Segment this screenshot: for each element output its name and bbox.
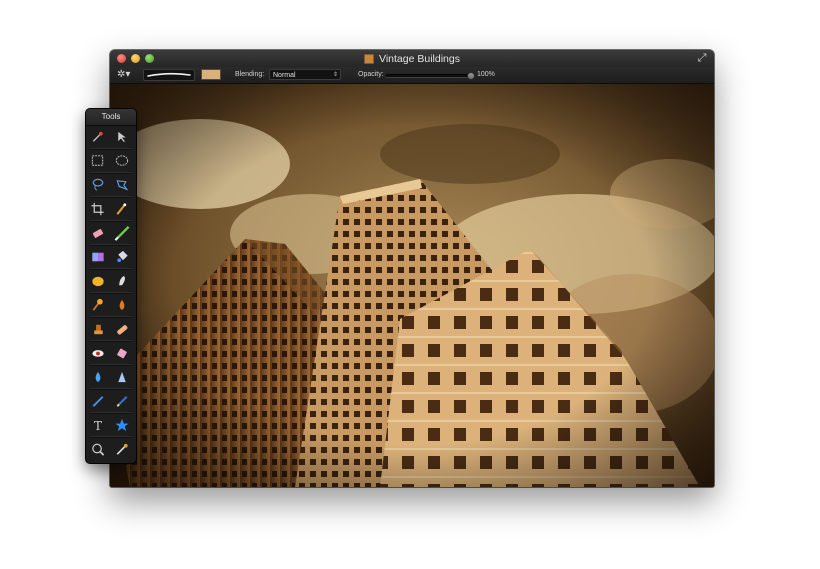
zoom-icon[interactable] (89, 441, 107, 457)
image-canvas[interactable] (110, 84, 714, 487)
vintage-buildings-photo (110, 84, 714, 487)
app-window: Vintage Buildings ⤢ ✲▾ Blending: Normal … (110, 50, 714, 487)
tool-row (86, 439, 136, 459)
red-eye-icon[interactable] (89, 345, 107, 361)
clone-stamp-icon[interactable] (89, 321, 107, 337)
brush-preview[interactable] (143, 69, 195, 81)
tool-row (86, 391, 136, 411)
paint-bucket-icon[interactable] (113, 249, 131, 265)
image-document-icon (364, 53, 375, 64)
eraser-icon[interactable] (89, 225, 107, 241)
opacity-slider[interactable] (386, 72, 475, 80)
eyedropper-icon[interactable] (113, 441, 131, 457)
tool-separator (90, 364, 132, 366)
tool-separator (90, 244, 132, 246)
gear-icon[interactable]: ✲▾ (117, 69, 130, 81)
pencil-icon[interactable] (113, 393, 131, 409)
smudge-icon[interactable] (113, 273, 131, 289)
tool-row (86, 223, 136, 243)
move-arrow-icon[interactable] (113, 129, 131, 145)
tool-separator (90, 292, 132, 294)
color-swatch[interactable] (201, 69, 221, 80)
tool-row (86, 343, 136, 363)
tool-separator (90, 316, 132, 318)
tool-row (86, 151, 136, 171)
pen-icon[interactable] (89, 393, 107, 409)
bandage-icon[interactable] (113, 321, 131, 337)
tool-separator (90, 436, 132, 438)
lasso-icon[interactable] (89, 177, 107, 193)
blending-label: Blending: (235, 71, 265, 78)
options-toolbar: ✲▾ Blending: Normal ⇕ Opacity: 100% (110, 67, 714, 84)
select-arrows-icon: ⇕ (332, 72, 338, 78)
tool-separator (90, 148, 132, 150)
blending-value: Normal (273, 72, 296, 79)
tool-row (86, 367, 136, 387)
shape-star-icon[interactable] (113, 417, 131, 433)
opacity-slider-knob[interactable] (467, 72, 475, 80)
tool-row (86, 199, 136, 219)
tool-row: T (86, 415, 136, 435)
tool-row (86, 271, 136, 291)
tool-separator (90, 340, 132, 342)
tool-separator (90, 172, 132, 174)
tools-panel[interactable]: Tools T (86, 109, 136, 463)
dodge-burn-icon[interactable] (89, 297, 107, 313)
opacity-label: Opacity: (358, 71, 384, 78)
sharpen-cone-icon[interactable] (113, 369, 131, 385)
tool-separator (90, 268, 132, 270)
tool-separator (90, 412, 132, 414)
water-drop-icon[interactable] (89, 369, 107, 385)
blur-drop-icon[interactable] (113, 297, 131, 313)
sponge-icon[interactable] (89, 273, 107, 289)
svg-text:T: T (94, 419, 103, 433)
text-icon[interactable]: T (89, 417, 107, 433)
tool-separator (90, 220, 132, 222)
rectangle-select-icon[interactable] (89, 153, 107, 169)
blending-select[interactable]: Normal ⇕ (269, 69, 341, 80)
tool-separator (90, 196, 132, 198)
title-bar[interactable]: Vintage Buildings ⤢ (110, 50, 714, 67)
fullscreen-arrows-icon[interactable]: ⤢ (696, 52, 708, 64)
tools-panel-title: Tools (86, 109, 136, 126)
tool-row (86, 175, 136, 195)
tool-row (86, 319, 136, 339)
eraser-pink-icon[interactable] (113, 345, 131, 361)
window-title-container: Vintage Buildings (110, 50, 714, 67)
polygonal-lasso-icon[interactable] (113, 177, 131, 193)
tool-row (86, 295, 136, 315)
tool-row (86, 127, 136, 147)
paint-brush-icon[interactable] (113, 225, 131, 241)
tool-separator (90, 388, 132, 390)
window-title: Vintage Buildings (379, 52, 460, 65)
color-picker-icon[interactable] (113, 201, 131, 217)
opacity-value: 100% (477, 71, 495, 78)
ellipse-select-icon[interactable] (113, 153, 131, 169)
tool-row (86, 247, 136, 267)
crop-icon[interactable] (89, 201, 107, 217)
gradient-icon[interactable] (89, 249, 107, 265)
magic-wand-icon[interactable] (89, 129, 107, 145)
